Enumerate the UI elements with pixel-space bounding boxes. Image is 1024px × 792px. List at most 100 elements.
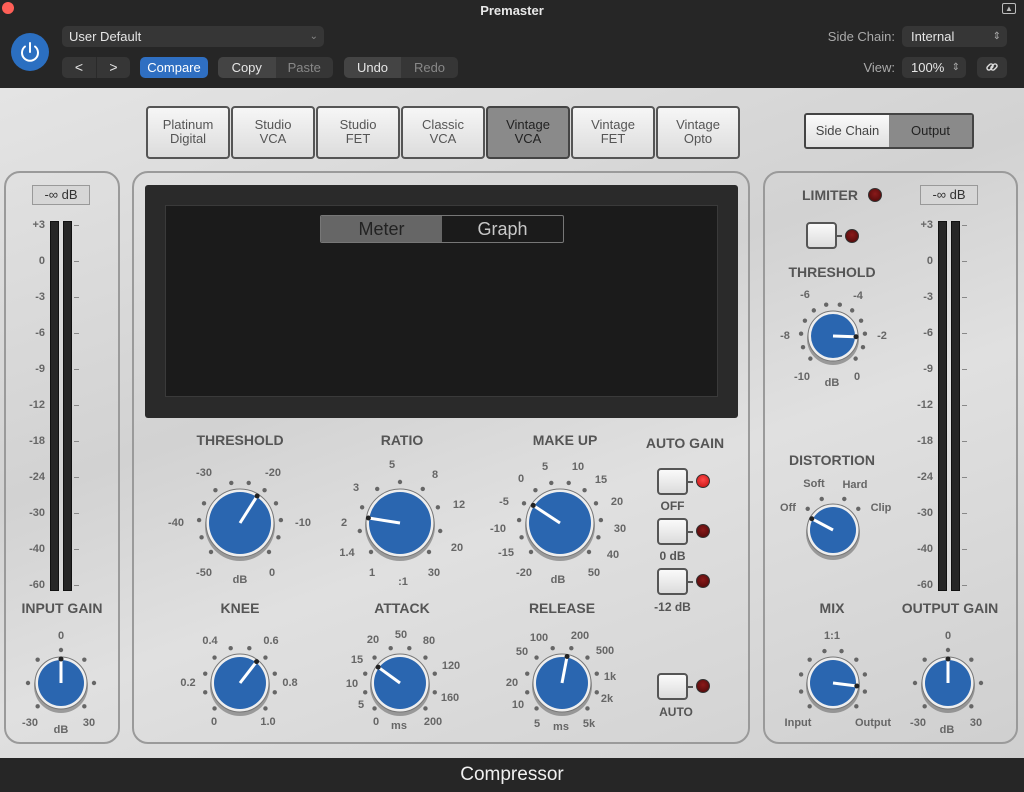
knob-scale-dot bbox=[858, 318, 864, 323]
knob-scale-label: -4 bbox=[853, 290, 863, 302]
circuit-tab-vintage-opto[interactable]: Vintage Opto bbox=[656, 106, 740, 159]
knob-scale-dot bbox=[805, 506, 810, 511]
meter-scale-label: -40 bbox=[29, 543, 45, 555]
meter-scale-tick bbox=[74, 513, 79, 514]
updown-chevron-icon: ⇕ bbox=[992, 31, 1001, 42]
knee-knob[interactable] bbox=[195, 638, 285, 728]
knob-scale-label: 0 bbox=[57, 630, 65, 642]
knob-scale-dot bbox=[862, 689, 868, 694]
led-connector bbox=[836, 235, 842, 237]
knob-scale-label: 20 bbox=[450, 542, 464, 554]
knob-scale-label: Hard bbox=[842, 479, 868, 491]
knob-scale-label: 120 bbox=[441, 660, 461, 672]
output-gain-knob[interactable] bbox=[906, 641, 990, 725]
float-window-icon[interactable]: ▲ bbox=[1002, 3, 1016, 14]
output-view-button[interactable]: Output bbox=[889, 115, 972, 147]
knob-scale-dot bbox=[798, 331, 804, 336]
makeup-knob[interactable] bbox=[510, 473, 610, 573]
circuit-tab-studio-fet[interactable]: Studio FET bbox=[316, 106, 400, 159]
knob-scale-dot bbox=[263, 655, 268, 660]
copy-button[interactable]: Copy bbox=[218, 57, 276, 78]
knob-scale-label: 10 bbox=[345, 678, 359, 690]
circuit-tab-line1: Vintage bbox=[506, 117, 550, 132]
knob-scale-label: 5 bbox=[541, 461, 549, 473]
knob-scale-dot bbox=[798, 672, 804, 677]
knob-pointer-tip bbox=[945, 656, 951, 662]
knob-scale-dot bbox=[201, 501, 207, 506]
meter-scale-tick bbox=[962, 261, 967, 262]
auto-gain-off-button[interactable] bbox=[657, 468, 688, 495]
mix-knob[interactable] bbox=[791, 641, 875, 725]
knob-scale-label: -15 bbox=[498, 547, 514, 559]
circuit-tab-classic-vca[interactable]: Classic VCA bbox=[401, 106, 485, 159]
knob-scale-dot bbox=[969, 657, 974, 662]
input-gain-knob[interactable] bbox=[19, 641, 103, 725]
meter-mode-button[interactable]: Meter bbox=[321, 216, 442, 242]
link-button[interactable] bbox=[977, 57, 1007, 78]
knee-label: KNEE bbox=[220, 600, 260, 616]
knob-scale-dot bbox=[811, 308, 817, 313]
undo-button[interactable]: Undo bbox=[344, 57, 401, 78]
auto-gain-0db-button[interactable] bbox=[657, 518, 688, 545]
meter-scale-label: -60 bbox=[29, 579, 45, 591]
knob-scale-label: 0 bbox=[944, 630, 952, 642]
plugin-header: Premaster ▲ User Default ⌄ < > Compare C… bbox=[0, 0, 1024, 88]
meter-scale-tick bbox=[962, 477, 967, 478]
release-knob[interactable] bbox=[517, 638, 607, 728]
knob-scale-dot bbox=[426, 549, 432, 555]
mix-label: MIX bbox=[819, 600, 845, 616]
knob-scale-label: 0.2 bbox=[180, 677, 196, 689]
knob-scale-label: 30 bbox=[969, 717, 983, 729]
auto-gain-minus12db-button[interactable] bbox=[657, 568, 688, 595]
knob-scale-label: 20 bbox=[505, 677, 519, 689]
meter-scale-label: -9 bbox=[35, 363, 45, 375]
knob-scale-label: 40 bbox=[606, 549, 620, 561]
left-channel-bar bbox=[938, 221, 947, 591]
threshold-knob[interactable] bbox=[190, 473, 290, 573]
attack-knob[interactable] bbox=[355, 638, 445, 728]
knob-scale-dot bbox=[853, 356, 858, 361]
knob-scale-dot bbox=[594, 690, 599, 695]
circuit-tab-platinum-digital[interactable]: Platinum Digital bbox=[146, 106, 230, 159]
auto-release-button[interactable] bbox=[657, 673, 688, 700]
knob-pointer-tip bbox=[809, 516, 815, 522]
ratio-knob[interactable] bbox=[350, 473, 450, 573]
circuit-tab-line1: Studio bbox=[339, 117, 377, 132]
knob-scale-dot bbox=[978, 680, 984, 686]
paste-button[interactable]: Paste bbox=[276, 57, 334, 78]
compare-button[interactable]: Compare bbox=[140, 57, 208, 78]
knob-scale-dot bbox=[203, 690, 208, 695]
knob-scale-label: 10 bbox=[511, 699, 525, 711]
next-preset-button[interactable]: > bbox=[96, 57, 130, 78]
side-chain-view-button[interactable]: Side Chain bbox=[806, 115, 889, 147]
knob-scale-label: 100 bbox=[529, 632, 549, 644]
distortion-knob[interactable] bbox=[791, 488, 875, 572]
circuit-tab-studio-vca[interactable]: Studio VCA bbox=[231, 106, 315, 159]
auto-gain-0db-led bbox=[696, 524, 710, 538]
knob-scale-dot bbox=[247, 646, 252, 651]
auto-gain-off-led bbox=[696, 474, 710, 488]
redo-button[interactable]: Redo bbox=[401, 57, 458, 78]
output-level-readout[interactable]: -∞ dB bbox=[920, 185, 978, 205]
knob-scale-label: Input bbox=[784, 717, 812, 729]
circuit-tab-line2: FET bbox=[600, 131, 626, 146]
limiter-threshold-knob[interactable] bbox=[792, 295, 874, 377]
knob-scale-label: 1.4 bbox=[339, 547, 355, 559]
power-button[interactable] bbox=[11, 33, 49, 71]
knob-scale-label: 5 bbox=[533, 718, 541, 730]
knob-scale-label: 2k bbox=[600, 693, 614, 705]
knob-scale-label: 50 bbox=[394, 629, 408, 641]
knob-scale-label: Off bbox=[780, 502, 796, 514]
meter-scale-label: -12 bbox=[29, 399, 45, 411]
input-level-readout[interactable]: -∞ dB bbox=[32, 185, 90, 205]
graph-mode-button[interactable]: Graph bbox=[442, 216, 563, 242]
side-chain-select[interactable]: Internal ⇕ bbox=[902, 26, 1007, 47]
preset-menu[interactable]: User Default ⌄ bbox=[62, 26, 324, 47]
circuit-tab-vintage-vca[interactable]: Vintage VCA bbox=[486, 106, 570, 159]
limiter-toggle-button[interactable] bbox=[806, 222, 837, 249]
knob-scale-label: 15 bbox=[350, 654, 364, 666]
meter-scale-label: -9 bbox=[923, 363, 933, 375]
previous-preset-button[interactable]: < bbox=[62, 57, 96, 78]
view-zoom-select[interactable]: 100% ⇕ bbox=[902, 57, 966, 78]
circuit-tab-vintage-fet[interactable]: Vintage FET bbox=[571, 106, 655, 159]
